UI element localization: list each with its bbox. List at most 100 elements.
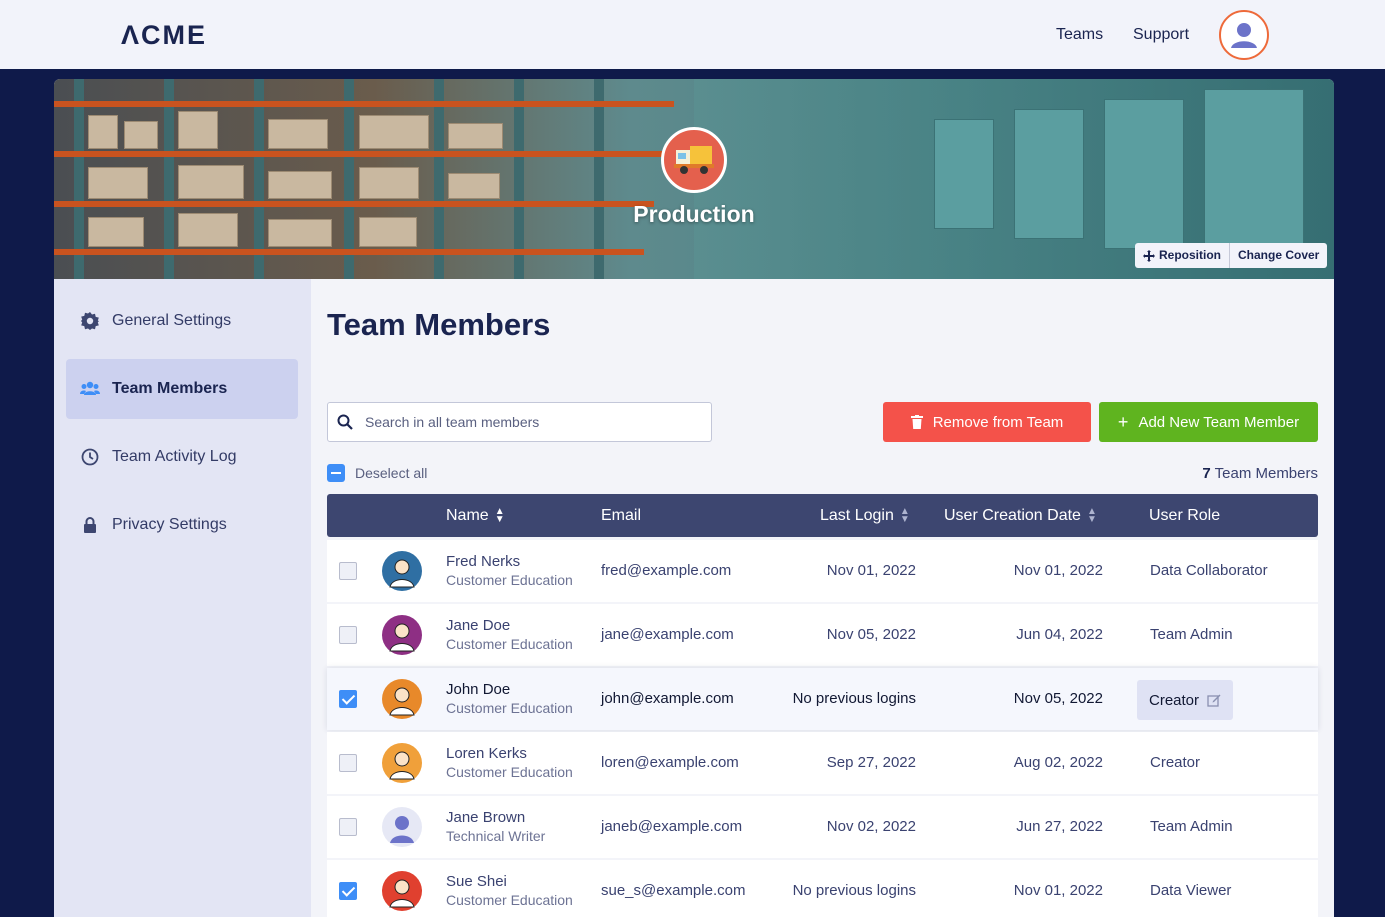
team-cover-image: Production Reposition Change Cover: [54, 79, 1334, 279]
table-row[interactable]: Jane Brown Technical Writer janeb@example.…: [327, 796, 1318, 858]
avatar: [382, 807, 422, 847]
member-role: Creator: [1149, 691, 1200, 709]
nav-support-link[interactable]: Support: [1133, 26, 1189, 44]
avatar: [382, 615, 422, 655]
member-count: 7 Team Members: [1202, 465, 1318, 482]
member-department: Customer Education: [446, 572, 573, 588]
deselect-all-toggle[interactable]: Deselect all: [327, 464, 427, 482]
reposition-button[interactable]: Reposition: [1135, 243, 1229, 268]
member-email: jane@example.com: [601, 626, 734, 643]
member-name: Loren Kerks: [446, 745, 527, 762]
user-avatar-button[interactable]: [1219, 10, 1269, 60]
deselect-all-label: Deselect all: [355, 465, 428, 481]
column-header-email-label: Email: [601, 507, 642, 524]
member-role: Creator: [1150, 754, 1201, 771]
page-title: Team Members: [327, 307, 551, 342]
member-name: John Doe: [446, 681, 511, 698]
member-email: john@example.com: [601, 690, 734, 707]
member-email: sue_s@example.com: [601, 882, 746, 899]
person-avatar-icon: [390, 816, 414, 843]
sidebar-item-team-members[interactable]: Team Members: [66, 359, 298, 419]
table-row[interactable]: Jane Doe Customer Education jane@example.c…: [327, 604, 1318, 666]
table-row[interactable]: Fred Nerks Customer Education fred@example…: [327, 540, 1318, 602]
member-count-number: 7: [1202, 465, 1211, 482]
avatar: [382, 743, 422, 783]
edit-role-button[interactable]: Creator: [1137, 680, 1234, 720]
member-department: Customer Education: [446, 892, 573, 908]
member-creation-date: Jun 27, 2022: [1016, 818, 1103, 835]
row-checkbox[interactable]: [339, 562, 357, 580]
row-checkbox[interactable]: [339, 754, 357, 772]
person-avatar-icon: [389, 623, 415, 652]
acme-logo[interactable]: ΛCME: [121, 20, 207, 51]
team-card: Production Reposition Change Cover Gener…: [54, 79, 1334, 917]
nav-teams-link[interactable]: Teams: [1056, 26, 1103, 44]
settings-sidebar: General Settings Team Members Team Activ…: [54, 279, 311, 917]
member-role: Team Admin: [1150, 626, 1233, 643]
search-icon: [337, 414, 353, 435]
member-creation-date: Nov 01, 2022: [1013, 882, 1103, 899]
row-checkbox[interactable]: [339, 626, 357, 644]
column-header-email: Email: [601, 507, 641, 525]
person-avatar-icon: [389, 559, 415, 588]
sidebar-item-label: Team Activity Log: [112, 448, 237, 465]
avatar: [382, 871, 422, 911]
avatar: [382, 679, 422, 719]
search-input[interactable]: [365, 403, 705, 441]
sidebar-item-general-settings[interactable]: General Settings: [66, 291, 298, 351]
gear-icon: [80, 311, 100, 331]
add-new-team-member-button[interactable]: + Add New Team Member: [1099, 402, 1318, 442]
sidebar-item-privacy-settings[interactable]: Privacy Settings: [66, 495, 298, 555]
member-last-login: No previous logins: [792, 882, 916, 899]
sort-icon: ▲ ▼: [899, 506, 910, 525]
user-icon: [1231, 23, 1257, 48]
person-avatar-icon: [389, 687, 415, 716]
remove-from-team-label: Remove from Team: [932, 413, 1064, 431]
change-cover-label: Change Cover: [1238, 248, 1320, 262]
users-icon: [80, 379, 100, 399]
sidebar-item-team-activity-log[interactable]: Team Activity Log: [66, 427, 298, 487]
deselect-all-checkbox[interactable]: [327, 464, 345, 482]
column-header-role-label: User Role: [1149, 507, 1221, 524]
member-role: Data Collaborator: [1150, 562, 1268, 579]
column-header-user-role: User Role: [1149, 507, 1220, 525]
column-header-user-creation-date[interactable]: User Creation Date ▲ ▼: [944, 507, 1097, 525]
member-email: janeb@example.com: [601, 818, 743, 835]
member-last-login: Nov 02, 2022: [826, 818, 916, 835]
cover-actions: Reposition Change Cover: [1135, 243, 1328, 268]
remove-from-team-button[interactable]: Remove from Team: [883, 402, 1091, 442]
row-checkbox[interactable]: [339, 818, 357, 836]
member-last-login: Sep 27, 2022: [826, 754, 916, 771]
column-header-name-label: Name: [446, 507, 489, 524]
member-name: Jane Brown: [446, 809, 526, 826]
change-cover-button[interactable]: Change Cover: [1229, 243, 1327, 268]
sort-icon: ▲ ▼: [1086, 506, 1097, 525]
trash-icon: [910, 415, 923, 429]
plus-icon: +: [1117, 412, 1129, 432]
member-name: Sue Shei: [446, 873, 507, 890]
edit-icon: [1207, 694, 1221, 707]
member-department: Customer Education: [446, 636, 573, 652]
sidebar-item-label: Team Members: [112, 380, 228, 397]
row-checkbox[interactable]: [339, 882, 357, 900]
table-row[interactable]: Sue Shei Customer Education sue_s@example.…: [327, 860, 1318, 917]
member-department: Technical Writer: [446, 828, 546, 844]
member-last-login: Nov 05, 2022: [826, 626, 916, 643]
member-last-login: No previous logins: [792, 690, 916, 707]
reposition-label: Reposition: [1159, 248, 1221, 262]
lock-icon: [80, 515, 100, 535]
row-checkbox[interactable]: [339, 690, 357, 708]
team-badge: [661, 127, 727, 193]
team-name: Production: [633, 201, 755, 227]
sidebar-item-label: General Settings: [112, 312, 232, 329]
history-icon: [80, 447, 100, 467]
column-header-last-login[interactable]: Last Login ▲ ▼: [820, 507, 910, 525]
truck-icon: [674, 146, 714, 174]
column-header-name[interactable]: Name ▲ ▼: [446, 507, 505, 525]
top-bar: ΛCME Teams Support: [0, 0, 1385, 69]
column-header-last-login-label: Last Login: [820, 507, 894, 524]
table-row[interactable]: John Doe Customer Education john@example.c…: [327, 668, 1318, 730]
table-row[interactable]: Loren Kerks Customer Education loren@examp…: [327, 732, 1318, 794]
member-creation-date: Jun 04, 2022: [1016, 626, 1103, 643]
member-name: Jane Doe: [446, 617, 511, 634]
